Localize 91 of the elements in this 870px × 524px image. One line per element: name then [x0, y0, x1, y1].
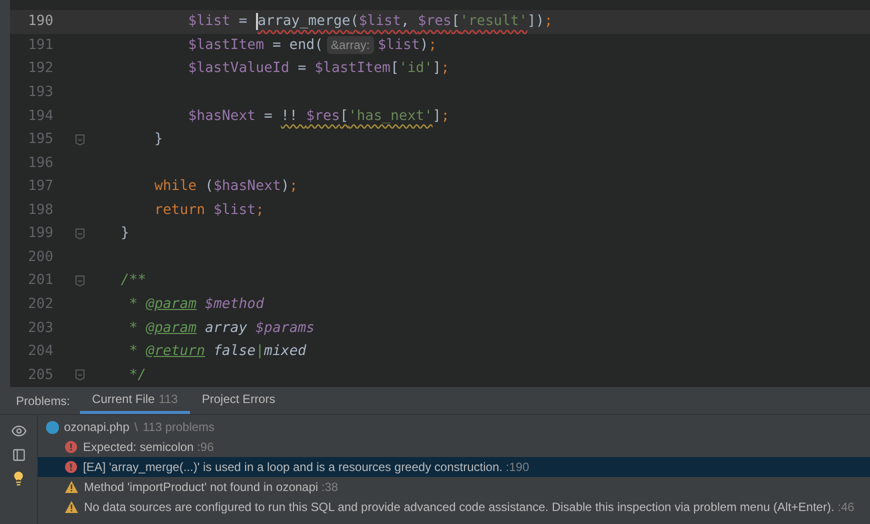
line-number: 203: [27, 318, 54, 338]
problem-message: Method 'importProduct' not found in ozonapi :38: [84, 479, 338, 496]
line-number: 199: [27, 224, 54, 244]
code-token: =: [263, 106, 274, 126]
fold-icon[interactable]: [74, 369, 84, 382]
problem-item[interactable]: [EA] 'array_merge(...)' is used in a loop and is a resources greedy construction. :190: [38, 457, 870, 477]
code-token: mixed: [264, 342, 306, 362]
code-token: return: [153, 200, 206, 220]
code-token: $method: [204, 295, 264, 314]
panel-title: Problems:: [16, 392, 72, 410]
preview-panel-icon[interactable]: [12, 448, 26, 462]
code-token: $lastItem: [187, 36, 264, 55]
problem-item[interactable]: Method 'importProduct' not found in ozonapi :38: [38, 477, 870, 497]
code-token: 'result': [460, 12, 528, 32]
code-token: (: [350, 12, 359, 32]
code-token: ;: [428, 36, 437, 55]
eye-icon[interactable]: [10, 423, 26, 439]
code-token: ;: [544, 12, 553, 32]
line-number: 200: [27, 248, 54, 267]
problem-item[interactable]: No data sources are configured to run this SQL and provide advanced code assistance. Disable this inspection via problem menu (Alt+Enter). :46: [38, 497, 870, 517]
line-number: 190: [27, 12, 54, 32]
code-token: /**: [120, 271, 146, 290]
line-number: 194: [27, 106, 54, 126]
line-number: 204: [27, 342, 54, 362]
line-number: 192: [27, 59, 54, 78]
line-number: 202: [27, 295, 54, 314]
code-token: (: [204, 177, 214, 196]
code-token: ]: [432, 59, 442, 78]
code-token: ;: [441, 59, 450, 78]
code-token: array_merge: [258, 12, 350, 32]
class-icon: [46, 420, 59, 434]
code-token: 'id': [398, 59, 433, 78]
code-token: *: [128, 295, 139, 314]
code-token: [: [451, 12, 460, 32]
code-token: false: [212, 342, 256, 362]
code-token: |: [256, 342, 264, 362]
problem-message: [EA] 'array_merge(...)' is used in a loop and is a resources greedy construction. :190: [83, 459, 530, 476]
code-token: $res: [418, 12, 452, 32]
problem-item[interactable]: Expected: semicolon :96: [38, 437, 870, 457]
code-token: $lastValueId: [187, 59, 290, 78]
code-token: }: [120, 224, 130, 244]
code-token: [: [340, 106, 348, 126]
fold-icon[interactable]: [74, 228, 84, 240]
code-token: $res: [306, 106, 340, 126]
line-number: 193: [27, 82, 54, 102]
code-token: $hasNext: [213, 177, 281, 196]
line-number: 197: [27, 177, 54, 196]
code-token: [: [390, 59, 399, 78]
code-token: 'has_next': [348, 106, 433, 126]
code-token: ): [280, 177, 290, 196]
code-token: $list: [358, 12, 401, 32]
lightbulb-icon[interactable]: [11, 471, 26, 486]
code-token: =: [296, 59, 308, 78]
code-token: = end(: [271, 36, 324, 55]
parameter-hint: &array:: [327, 36, 374, 54]
file-node[interactable]: ozonapi.php \ 113 problems: [38, 417, 870, 437]
code-token: $params: [254, 318, 315, 338]
line-number: 198: [27, 200, 54, 220]
code-token: ]: [432, 106, 442, 126]
line-number: 196: [27, 154, 54, 173]
code-token: array: [204, 318, 248, 338]
code-token: @param: [146, 295, 197, 314]
code-token: ;: [256, 200, 264, 220]
code-token: *: [128, 342, 139, 362]
code-token: while: [153, 177, 197, 196]
code-token: ,: [400, 12, 410, 32]
code-token: $list: [213, 200, 256, 220]
problem-message: Expected: semicolon :96: [83, 439, 214, 456]
fold-icon[interactable]: [74, 134, 84, 146]
code-token: =: [238, 12, 248, 32]
code-token: $list: [378, 36, 420, 55]
code-token: @return: [146, 342, 206, 362]
code-token: ;: [289, 177, 298, 196]
code-token: *: [128, 318, 139, 338]
line-number: 195: [27, 130, 54, 150]
code-token: ): [420, 36, 428, 55]
code-token: !!: [280, 106, 299, 126]
code-token: @param: [146, 318, 197, 338]
code-token: ;: [441, 106, 450, 126]
panel-tab[interactable]: Project Errors: [190, 387, 288, 414]
problem-message: No data sources are configured to run this SQL and provide advanced code assistance. Disable this inspection via problem menu (Alt+Enter). :46: [84, 499, 854, 516]
code-token: */: [128, 366, 146, 385]
code-token: ]): [527, 12, 544, 32]
line-number: 205: [27, 366, 54, 385]
code-token: $list: [187, 12, 230, 32]
code-token: $hasNext: [187, 106, 256, 126]
code-token: }: [153, 130, 163, 150]
code-token: $lastItem: [314, 59, 390, 78]
line-number: 191: [27, 36, 54, 55]
line-number: 201: [27, 271, 54, 290]
fold-icon[interactable]: [74, 274, 84, 287]
